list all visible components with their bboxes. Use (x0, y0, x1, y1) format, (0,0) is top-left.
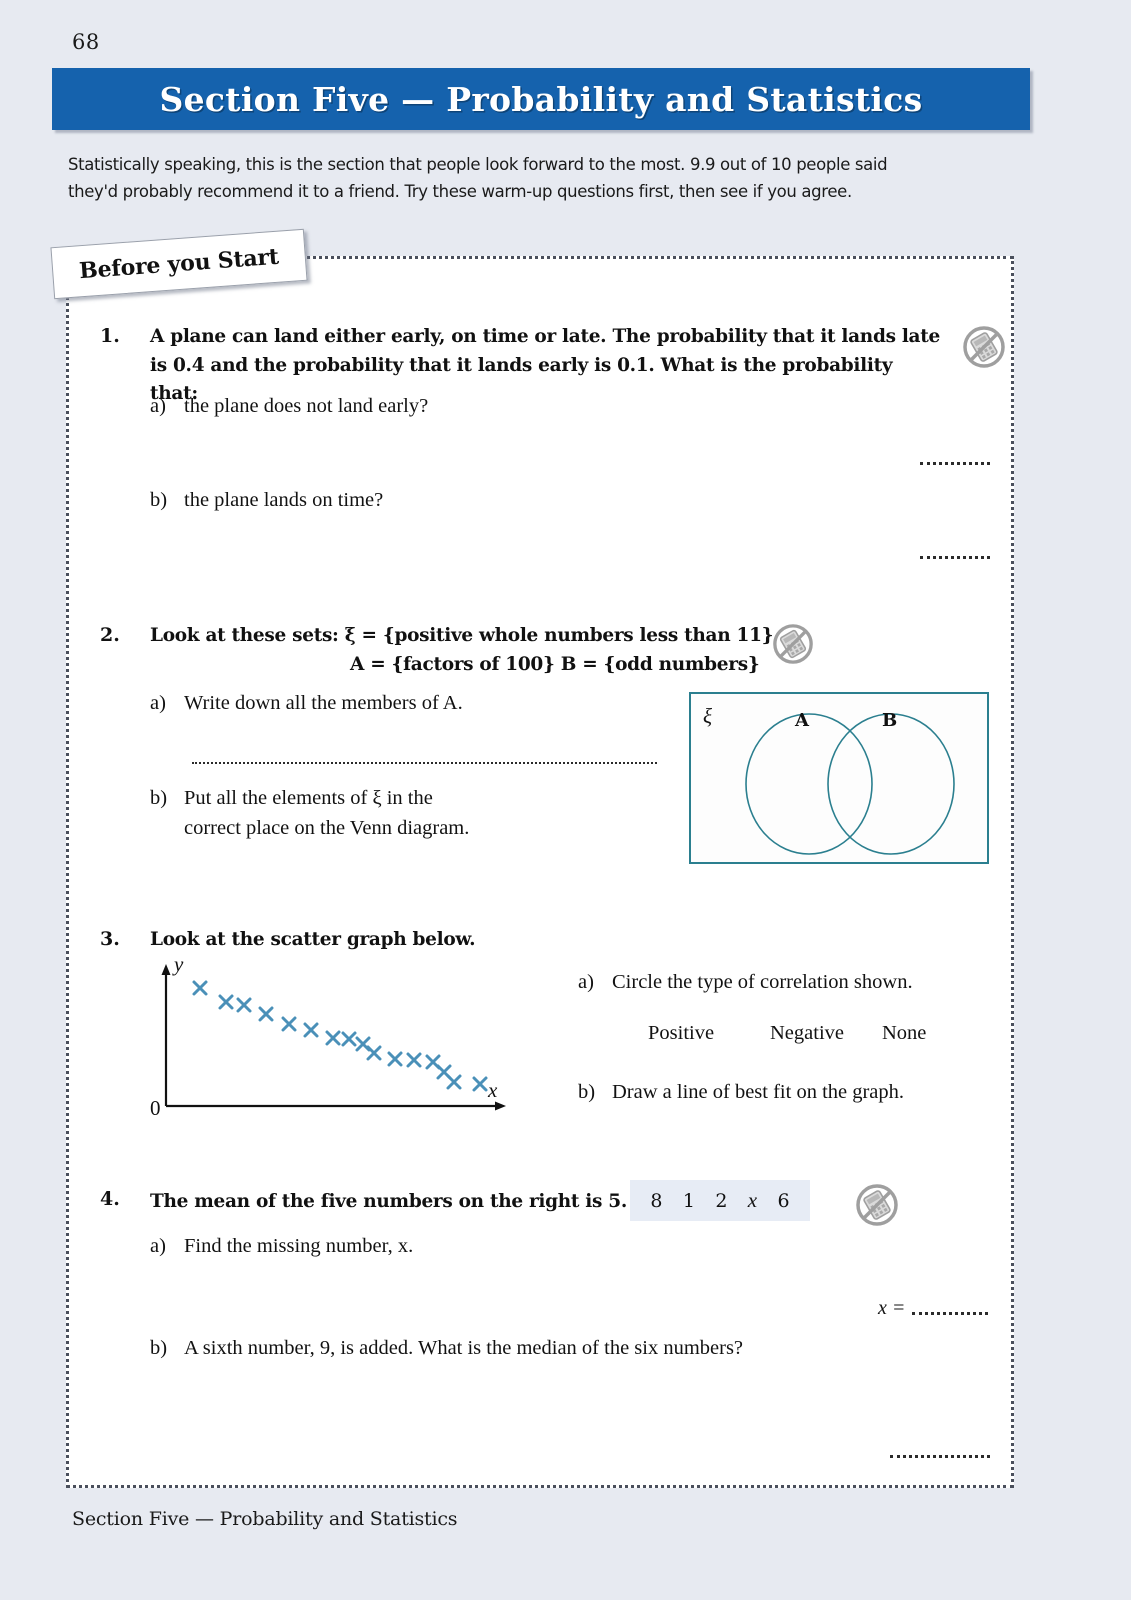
numbers-box: 8 1 2 x 6 (630, 1180, 810, 1221)
question-1-part-b-label: b) (150, 489, 168, 511)
question-1-part-b-text: the plane lands on time? (184, 489, 384, 511)
question-3-part-b: b) Draw a line of best fit on the graph. (578, 1078, 998, 1108)
answer-line-1b[interactable] (920, 556, 990, 559)
question-4-stem: The mean of the five numbers on the righ… (150, 1188, 650, 1217)
no-calculator-icon (856, 1184, 898, 1226)
no-calculator-icon (773, 624, 813, 664)
question-1-part-b: b) the plane lands on time? (150, 486, 850, 516)
question-2-part-a: a) Write down all the members of A. (150, 689, 670, 719)
intro-line-1: Statistically speaking, this is the sect… (68, 155, 888, 174)
correlation-option-negative[interactable]: Negative (770, 1022, 882, 1045)
number-value-4: x (747, 1188, 758, 1212)
question-4-part-b-text: A sixth number, 9, is added. What is the… (184, 1337, 744, 1359)
question-1-part-a-text: the plane does not land early? (184, 395, 429, 417)
question-2-part-b: b) Put all the elements of ξ in the corre… (150, 784, 670, 843)
number-value-1: 8 (650, 1189, 663, 1212)
question-4-part-a-text: Find the missing number, x. (184, 1235, 414, 1257)
number-value-3: 2 (715, 1189, 728, 1212)
question-3-part-a: a) Circle the type of correlation shown. (578, 968, 998, 998)
question-2-number: 2. (100, 624, 120, 646)
question-2-stem: Look at these sets: ξ = {positive whole … (150, 622, 790, 679)
question-4-stem-line-1: The mean of the five numbers on the righ… (150, 1191, 628, 1212)
correlation-options: Positive Negative None (648, 1022, 926, 1045)
before-you-start-label: Before you Start (78, 243, 280, 285)
question-1-stem-line-1: A plane can land either early, on time o… (150, 326, 940, 347)
answer-line-2a[interactable] (192, 762, 657, 764)
question-3-stem-line-1: Look at the scatter graph below. (150, 929, 476, 950)
scatter-graph[interactable]: y x 0 (148, 952, 520, 1120)
correlation-option-none[interactable]: None (882, 1022, 926, 1045)
question-2-part-b-text-2: correct place on the Venn diagram. (184, 816, 470, 839)
number-value-5: 6 (777, 1189, 790, 1212)
question-3-part-a-label: a) (578, 971, 594, 993)
question-2-part-a-text: Write down all the members of A. (184, 692, 463, 714)
question-1-number: 1. (100, 325, 120, 347)
section-banner: Section Five — Probability and Statistic… (52, 68, 1030, 130)
before-you-start-tab-shape: Before you Start (50, 228, 308, 300)
question-3-part-a-text: Circle the type of correlation shown. (612, 971, 913, 993)
before-you-start-tab: Before you Start (50, 228, 320, 300)
question-3-stem: Look at the scatter graph below. (150, 926, 650, 955)
question-2-stem-line-2: A = {factors of 100} B = {odd numbers} (350, 653, 760, 675)
venn-set-b-label: B (882, 710, 898, 731)
scatter-plot-svg (161, 964, 506, 1111)
question-2-part-b-text: Put all the elements of ξ in the (184, 787, 433, 809)
question-4-part-b-label: b) (150, 1337, 168, 1359)
question-4-part-a-label: a) (150, 1235, 166, 1257)
number-value-2: 1 (682, 1189, 695, 1212)
question-1-part-a: a) the plane does not land early? (150, 392, 850, 422)
scatter-origin-label: 0 (150, 1096, 161, 1120)
questions-frame (66, 256, 1014, 1488)
question-3-part-b-text: Draw a line of best fit on the graph. (612, 1081, 905, 1103)
question-4-part-a: a) Find the missing number, x. (150, 1232, 770, 1262)
scatter-x-axis-label: x (488, 1078, 498, 1102)
intro-line-2: they'd probably recommend it to a friend… (68, 181, 852, 201)
question-2-stem-line-1: Look at these sets: ξ = {positive whole … (150, 625, 774, 646)
answer-prefix-x: x = (878, 1297, 906, 1319)
section-title: Section Five — Probability and Statistic… (159, 79, 923, 119)
question-3-part-b-label: b) (578, 1081, 596, 1103)
question-4-part-b: b) A sixth number, 9, is added. What is t… (150, 1334, 910, 1364)
question-2-part-b-label: b) (150, 787, 168, 809)
answer-line-4b[interactable] (890, 1455, 990, 1458)
no-calculator-icon (963, 326, 1005, 368)
question-2-part-a-label: a) (150, 692, 166, 714)
page-number: 68 (72, 30, 100, 54)
venn-circles (745, 713, 955, 855)
scatter-y-axis-label: y (174, 952, 184, 976)
correlation-option-positive[interactable]: Positive (648, 1022, 770, 1045)
intro-paragraph: Statistically speaking, this is the sect… (68, 152, 998, 205)
venn-set-a-label: A (795, 710, 809, 731)
question-1-part-a-label: a) (150, 395, 166, 417)
venn-diagram[interactable]: ξ A B (689, 692, 989, 864)
scatter-points (192, 980, 488, 1092)
answer-line-1a[interactable] (920, 462, 990, 465)
question-4-number: 4. (100, 1188, 120, 1210)
page-footer: Section Five — Probability and Statistic… (72, 1508, 458, 1530)
answer-line-4a[interactable] (912, 1312, 988, 1315)
question-3-number: 3. (100, 928, 120, 950)
